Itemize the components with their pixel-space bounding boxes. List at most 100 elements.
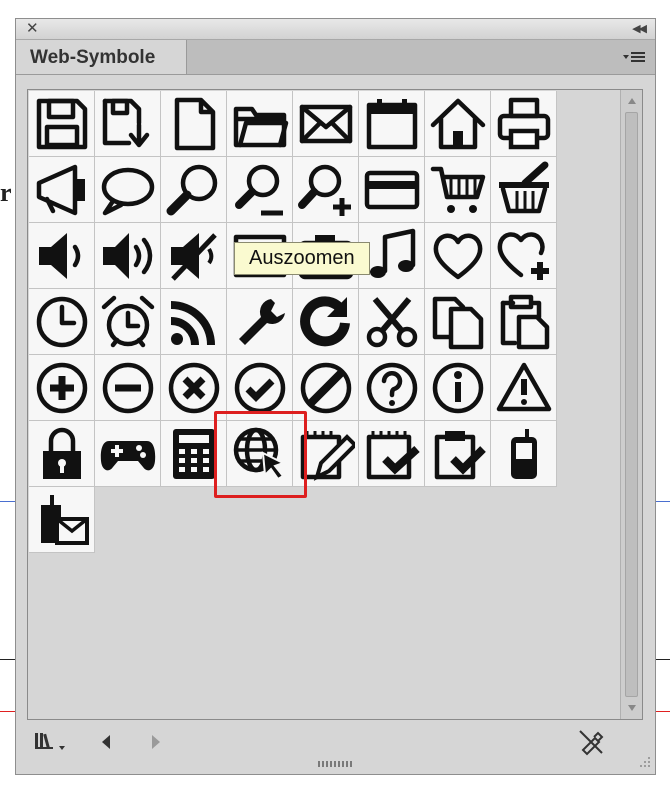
symbol-shopping-basket[interactable]	[491, 157, 557, 223]
doc-glyph: r	[0, 178, 12, 207]
symbol-tooltip: Auszoomen	[234, 242, 370, 275]
symbol-speaker-mute[interactable]	[161, 223, 227, 289]
symbol-info-circle[interactable]	[425, 355, 491, 421]
floppy-disk-icon	[36, 98, 87, 149]
shopping-basket-icon	[498, 161, 549, 213]
symbol-heart[interactable]	[425, 223, 491, 289]
symbol-house[interactable]	[425, 91, 491, 157]
megaphone-icon	[36, 164, 85, 215]
symbol-padlock[interactable]	[29, 421, 95, 487]
scroll-down-arrow-icon[interactable]	[621, 699, 642, 717]
question-circle-icon	[366, 362, 417, 413]
calendar-icon	[366, 98, 417, 149]
zoom-in-icon	[297, 164, 351, 216]
symbol-alarm-clock[interactable]	[95, 289, 161, 355]
symbol-mobile-mail[interactable]	[29, 487, 95, 553]
symbol-wrench[interactable]	[227, 289, 293, 355]
heart-icon	[433, 233, 482, 279]
symbol-gamepad[interactable]	[95, 421, 161, 487]
collapse-icon[interactable]: ◀◀	[632, 21, 647, 37]
symbol-warning-triangle[interactable]	[491, 355, 557, 421]
symbol-heart-plus[interactable]	[491, 223, 557, 289]
tab-web-symbole[interactable]: Web-Symbole	[16, 40, 187, 74]
printer-icon	[497, 97, 550, 149]
symbol-copy[interactable]	[425, 289, 491, 355]
symbol-credit-card[interactable]	[359, 157, 425, 223]
symbol-zoom-out[interactable]	[227, 157, 293, 223]
symbol-printer[interactable]	[491, 91, 557, 157]
zoom-out-icon	[234, 164, 283, 215]
wrench-icon	[238, 298, 285, 345]
no-entry-circle-icon	[300, 362, 351, 413]
selected-symbol-highlight	[214, 411, 307, 498]
scissors-icon	[366, 296, 417, 347]
symbol-megaphone[interactable]	[29, 157, 95, 223]
symbol-speech-bubble[interactable]	[95, 157, 161, 223]
plus-circle-icon	[36, 362, 87, 413]
panel-menu-icon[interactable]	[621, 48, 647, 66]
symbol-clipboard-check[interactable]	[425, 421, 491, 487]
mobile-mail-icon	[40, 494, 89, 545]
symbol-floppy-disk[interactable]	[29, 91, 95, 157]
symbol-plus-circle[interactable]	[29, 355, 95, 421]
symbol-refresh[interactable]	[293, 289, 359, 355]
next-arrow-icon[interactable]	[146, 730, 166, 754]
symbol-save-download[interactable]	[95, 91, 161, 157]
panel-titlebar[interactable]: ✕ ◀◀	[16, 19, 655, 40]
prev-arrow-icon[interactable]	[96, 730, 116, 754]
symbol-envelope[interactable]	[293, 91, 359, 157]
resize-corner-icon[interactable]	[635, 754, 651, 770]
envelope-icon	[299, 104, 352, 143]
music-note-icon	[369, 228, 415, 278]
symbol-scissors[interactable]	[359, 289, 425, 355]
check-circle-icon	[234, 362, 285, 413]
scroll-track[interactable]	[625, 112, 638, 697]
symbol-document[interactable]	[161, 91, 227, 157]
symbol-zoom-in[interactable]	[293, 157, 359, 223]
notepad-check-icon	[366, 430, 420, 479]
symbol-folder[interactable]	[227, 91, 293, 157]
symbol-mobile-phone[interactable]	[491, 421, 557, 487]
minus-circle-icon	[102, 362, 153, 413]
info-circle-icon	[432, 362, 483, 413]
symbol-rss-feed[interactable]	[161, 289, 227, 355]
symbol-library	[27, 89, 643, 720]
symbol-paste[interactable]	[491, 289, 557, 355]
close-icon[interactable]: ✕	[26, 20, 39, 38]
scroll-up-arrow-icon[interactable]	[621, 92, 642, 110]
symbol-notepad-check[interactable]	[359, 421, 425, 487]
gamepad-icon	[100, 440, 155, 470]
alarm-clock-icon	[101, 295, 154, 347]
clipboard-check-icon	[434, 430, 486, 479]
speaker-low-icon	[38, 232, 80, 279]
symbol-speaker-low[interactable]	[29, 223, 95, 289]
padlock-icon	[42, 427, 81, 479]
symbol-question-circle[interactable]	[359, 355, 425, 421]
symbol-calendar[interactable]	[359, 91, 425, 157]
magnifier-icon	[166, 164, 217, 215]
credit-card-icon	[364, 170, 419, 209]
library-menu-icon[interactable]	[32, 730, 72, 754]
paste-icon	[500, 294, 549, 349]
folder-icon	[233, 106, 288, 147]
symbol-magnifier[interactable]	[161, 157, 227, 223]
shopping-cart-icon	[430, 166, 485, 213]
symbol-speaker-high[interactable]	[95, 223, 161, 289]
rss-feed-icon	[170, 300, 215, 345]
vertical-scrollbar[interactable]	[620, 90, 642, 719]
symbols-panel: ✕ ◀◀ Web-Symbole	[15, 18, 656, 775]
symbol-minus-circle[interactable]	[95, 355, 161, 421]
tab-row: Web-Symbole	[16, 40, 655, 75]
resize-grip-icon[interactable]	[316, 760, 356, 768]
symbol-shopping-cart[interactable]	[425, 157, 491, 223]
copy-icon	[432, 296, 483, 349]
save-download-icon	[102, 98, 149, 147]
panel-bottom-bar	[16, 718, 655, 774]
symbol-clock[interactable]	[29, 289, 95, 355]
refresh-icon	[299, 295, 350, 346]
break-link-icon[interactable]	[576, 728, 606, 756]
x-circle-icon	[168, 362, 219, 413]
speech-bubble-icon	[101, 167, 154, 215]
mobile-phone-icon	[510, 428, 537, 479]
warning-triangle-icon	[496, 362, 551, 411]
